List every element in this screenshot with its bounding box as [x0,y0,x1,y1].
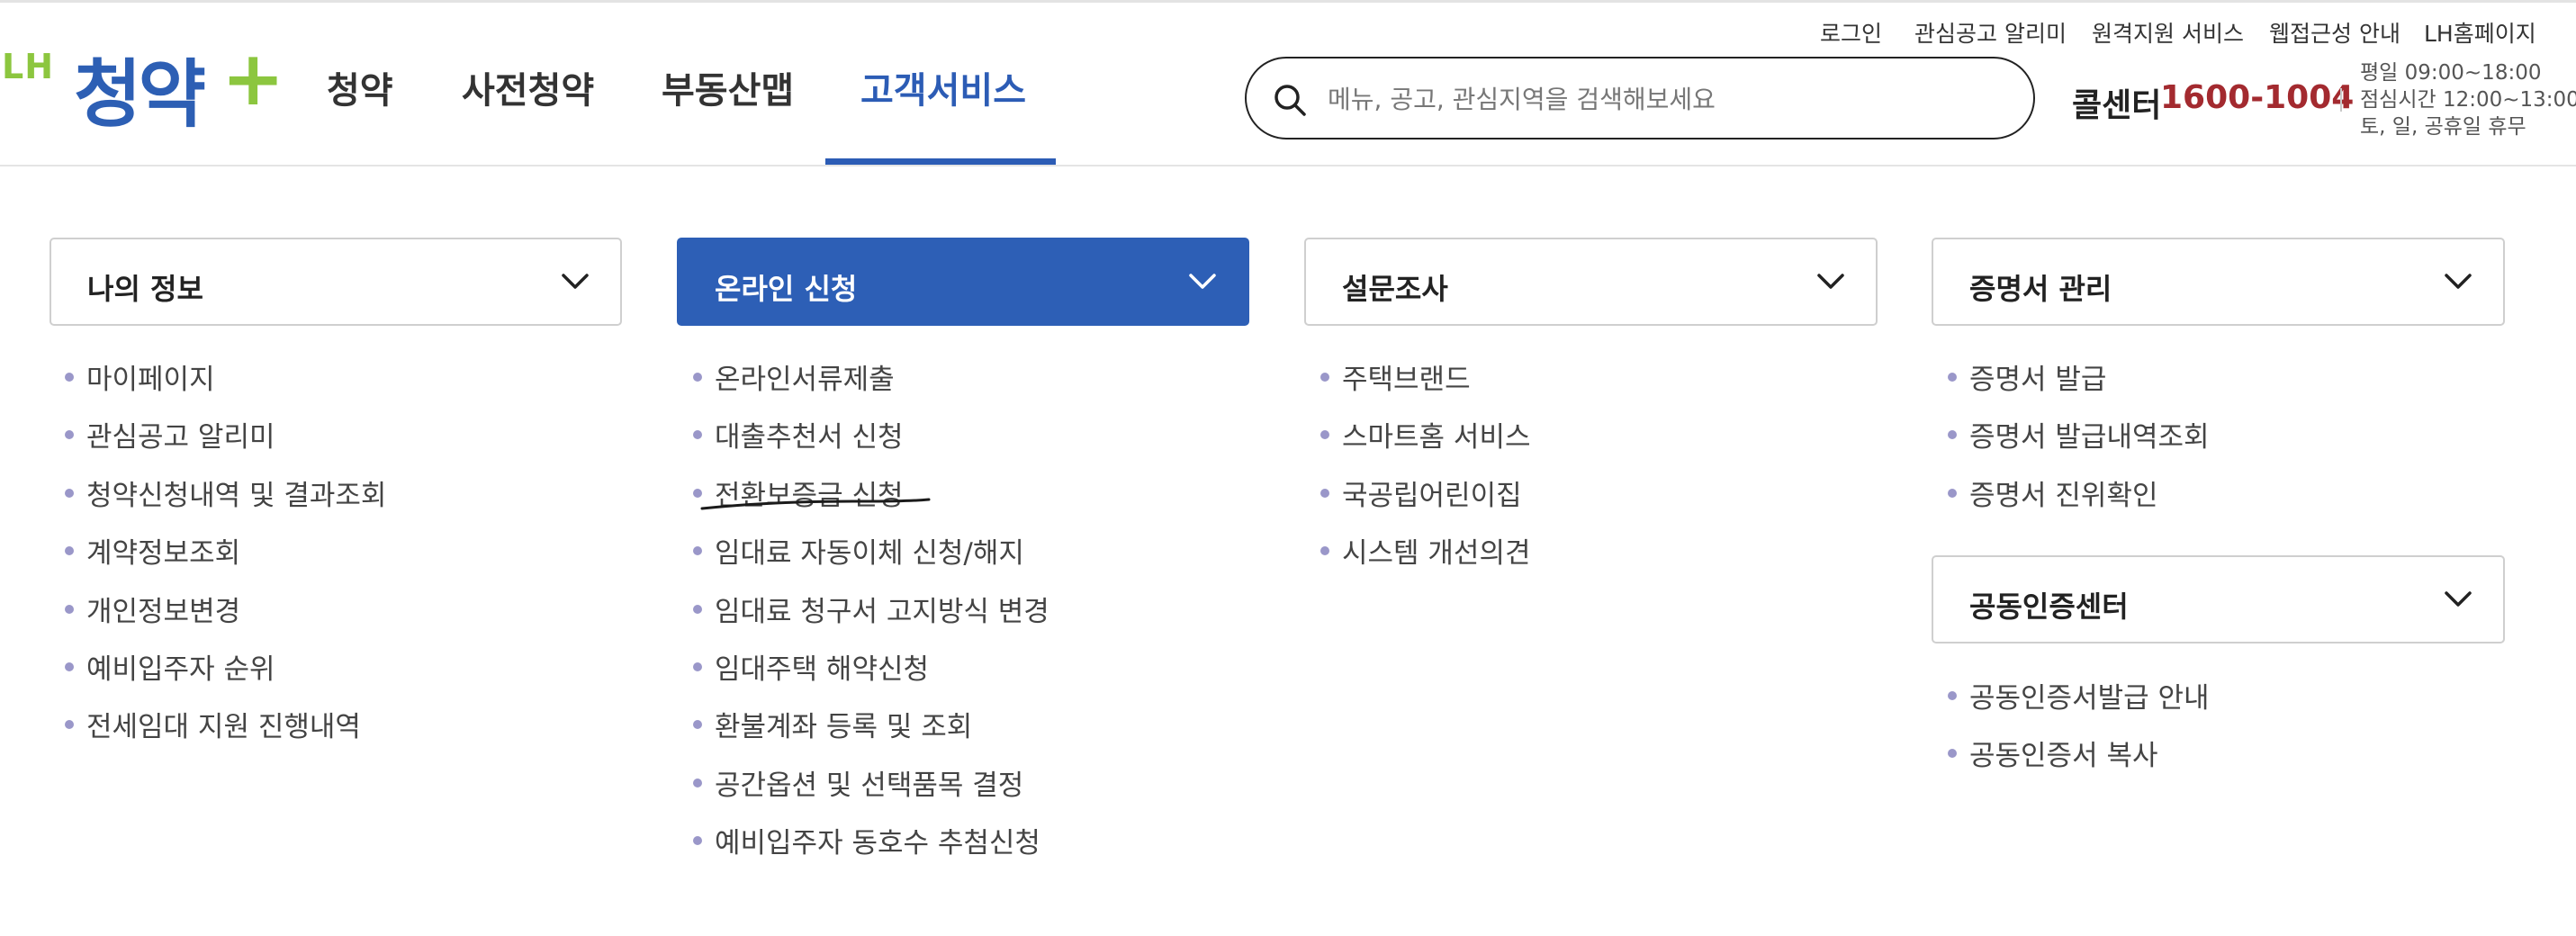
bullet-dot [693,720,702,730]
bullet-dot [1948,373,1957,382]
logo-wordmark: 청약 [74,52,206,138]
menu-link-unit-lottery[interactable]: 예비입주자 동호수 추첨신청 [715,820,1040,860]
panel-joint-cert-toggle[interactable]: 공동인증센터 [1932,555,2505,644]
menu-link-notice-alert[interactable]: 관심공고 알리미 [86,414,275,454]
bullet-dot [693,836,702,846]
bullet-dot [1948,488,1957,498]
bullet-dot [65,604,74,614]
bullet-dot [693,430,702,440]
menu-link-cert-history[interactable]: 증명서 발급내역조회 [1969,414,2210,454]
chevron-down-icon [2445,591,2472,607]
call-center-divider [2340,88,2342,112]
bullet-dot [693,373,702,382]
util-remote-support-link[interactable]: 원격지원 서비스 [2092,16,2244,49]
panel-certificate-toggle[interactable]: 증명서 관리 [1932,238,2505,326]
bullet-dot [65,373,74,382]
logo-lh-mark: LH [2,47,55,86]
bullet-dot [65,488,74,498]
panel-survey-toggle[interactable]: 설문조사 [1304,238,1878,326]
call-hours-lunch: 점심시간 12:00~13:00 [2360,88,2576,112]
menu-link-refund-account[interactable]: 환불계좌 등록 및 조회 [715,704,972,744]
panel-title: 나의 정보 [87,272,203,306]
bullet-dot [693,604,702,614]
menu-link-smart-home[interactable]: 스마트홈 서비스 [1342,414,1531,454]
menu-link-personal-info[interactable]: 개인정보변경 [86,589,240,629]
bullet-dot [65,546,74,556]
menu-link-cert-verify[interactable]: 증명서 진위확인 [1969,472,2158,513]
util-lh-homepage-link[interactable]: LH홈페이지 [2424,16,2536,49]
panel-my-info-toggle[interactable]: 나의 정보 [50,238,622,326]
gnb-item-customer-service[interactable]: 고객서비스 [860,61,1026,113]
bullet-dot [1948,691,1957,700]
panel-title: 증명서 관리 [1969,272,2112,306]
chevron-down-icon [1817,274,1844,289]
menu-link-contract-info[interactable]: 계약정보조회 [86,530,240,571]
call-center-hours: 평일 09:00~18:00 점심시간 12:00~13:00 토, 일, 공휴… [2360,59,2576,140]
call-hours-weekday: 평일 09:00~18:00 [2360,61,2542,85]
menu-link-mypage[interactable]: 마이페이지 [86,356,215,397]
util-notice-alert-link[interactable]: 관심공고 알리미 [1914,16,2067,49]
chevron-down-icon [562,274,589,289]
menu-link-auto-transfer[interactable]: 임대료 자동이체 신청/해지 [715,530,1024,571]
menu-link-lease-cancel[interactable]: 임대주택 해약신청 [715,646,929,687]
menu-link-loan-recommendation[interactable]: 대출추천서 신청 [715,414,904,454]
bullet-dot [1948,749,1957,759]
call-center-number: 1600-1004 [2160,79,2355,116]
bullet-dot [693,546,702,556]
search-input[interactable] [1326,76,2013,122]
menu-link-jeonse-support[interactable]: 전세임대 지원 진행내역 [86,704,361,744]
bullet-dot [1320,546,1329,556]
menu-link-housing-brand[interactable]: 주택브랜드 [1342,356,1471,397]
call-hours-holiday: 토, 일, 공휴일 휴무 [2360,115,2526,139]
bullet-dot [1320,373,1329,382]
util-login-link[interactable]: 로그인 [1820,16,1882,49]
handwritten-underline-mark [700,498,931,510]
panel-title: 공동인증센터 [1969,590,2129,624]
bullet-dot [65,430,74,440]
bullet-dot [1948,430,1957,440]
search-icon[interactable] [1272,82,1308,118]
gnb-item-apply[interactable]: 청약 [327,61,393,113]
lh-logo[interactable]: LH 청약 + [0,34,284,138]
top-rule [0,0,2576,3]
bullet-dot [1320,430,1329,440]
menu-link-online-docs[interactable]: 온라인서류제출 [715,356,895,397]
search-box[interactable] [1245,57,2035,140]
menu-link-waitlist-rank[interactable]: 예비입주자 순위 [86,646,275,687]
menu-link-joint-cert-copy[interactable]: 공동인증서 복사 [1969,733,2158,773]
header-divider [0,165,2576,166]
gnb-item-real-estate-map[interactable]: 부동산맵 [662,61,794,113]
menu-link-cert-issue[interactable]: 증명서 발급 [1969,356,2106,397]
bullet-dot [65,662,74,671]
menu-link-bill-notice-method[interactable]: 임대료 청구서 고지방식 변경 [715,589,1049,629]
menu-link-apply-history[interactable]: 청약신청내역 및 결과조회 [86,472,386,513]
chevron-down-icon [2445,274,2472,289]
panel-title: 설문조사 [1342,272,1448,306]
bullet-dot [693,662,702,671]
chevron-down-icon [1189,274,1216,289]
bullet-dot [693,778,702,788]
bullet-dot [1320,488,1329,498]
logo-plus-mark: + [221,34,285,122]
gnb-item-pre-apply[interactable]: 사전청약 [462,61,594,113]
util-accessibility-link[interactable]: 웹접근성 안내 [2269,16,2400,49]
panel-title: 온라인 신청 [715,272,858,306]
panel-online-apply-toggle[interactable]: 온라인 신청 [677,238,1249,326]
menu-link-public-daycare[interactable]: 국공립어린이집 [1342,472,1522,513]
menu-link-space-option[interactable]: 공간옵션 및 선택품목 결정 [715,762,1023,803]
bullet-dot [65,720,74,730]
menu-link-system-feedback[interactable]: 시스템 개선의견 [1342,530,1531,571]
call-center-label: 콜센터 [2072,87,2162,124]
menu-link-joint-cert-issue-guide[interactable]: 공동인증서발급 안내 [1969,675,2210,716]
